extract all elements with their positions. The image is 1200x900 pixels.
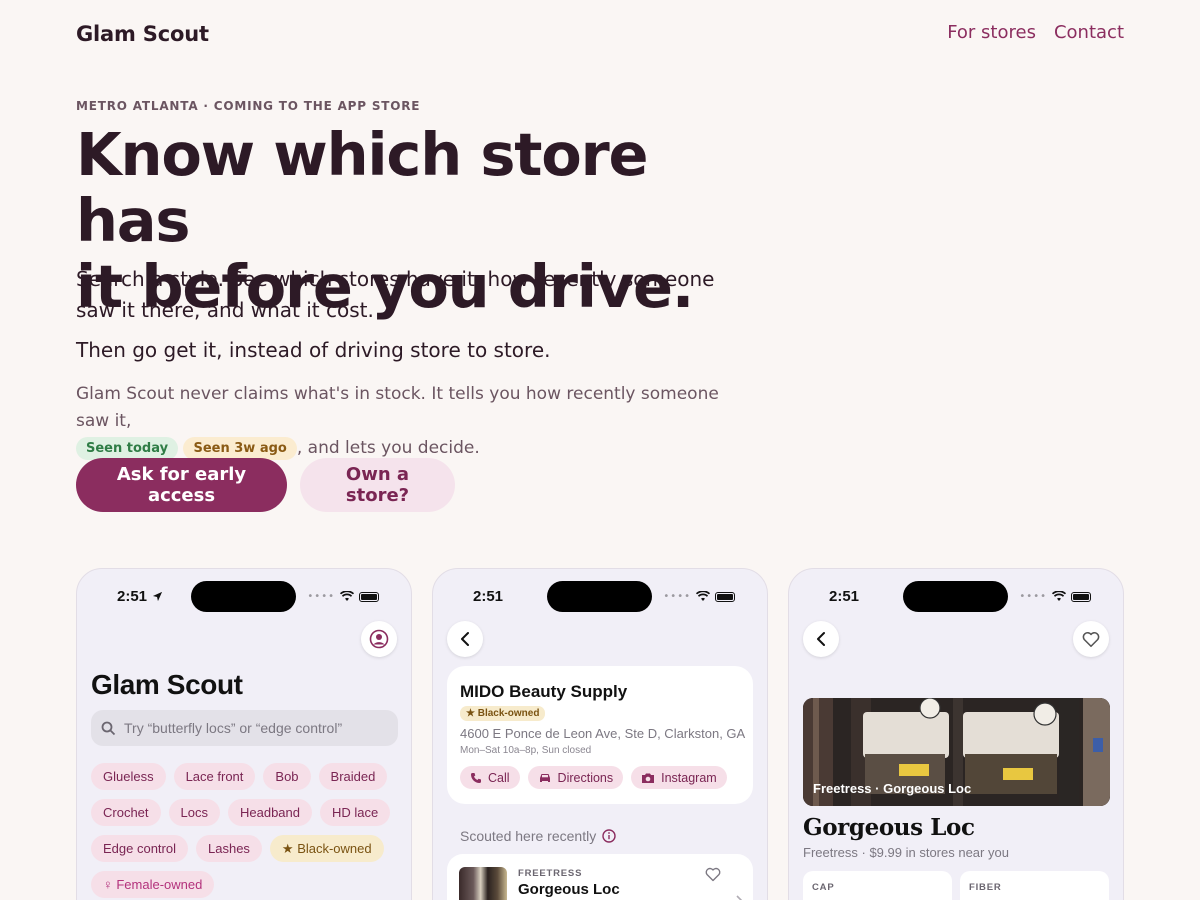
status-time: 2:51 bbox=[117, 588, 163, 605]
brand-logo[interactable]: Glam Scout bbox=[76, 22, 209, 46]
camera-icon bbox=[642, 773, 655, 783]
car-icon bbox=[539, 773, 550, 782]
product-image: Freetress · Gorgeous Loc bbox=[803, 698, 1110, 806]
chip-glueless[interactable]: Glueless bbox=[91, 763, 166, 790]
black-owned-badge: ★ Black-owned bbox=[460, 706, 546, 721]
chip-female-owned[interactable]: ♀ Female-owned bbox=[91, 871, 215, 898]
phone-store-screen: 2:51 •••• MIDO Beauty Supply ★ Black-own… bbox=[432, 568, 768, 900]
product-brand: FREETRESS bbox=[518, 868, 583, 879]
status-bar: 2:51 •••• bbox=[789, 581, 1123, 613]
status-icons: •••• bbox=[307, 591, 379, 602]
seen-today-badge: Seen today bbox=[76, 436, 179, 460]
chip-lace-front[interactable]: Lace front bbox=[173, 763, 256, 790]
favorite-button[interactable] bbox=[1073, 621, 1109, 657]
battery-icon bbox=[1071, 591, 1091, 602]
phone-icon bbox=[471, 772, 481, 783]
product-name: Gorgeous Loc bbox=[518, 881, 620, 898]
nav-link-for-stores[interactable]: For stores bbox=[947, 22, 1036, 43]
dynamic-island bbox=[547, 581, 652, 612]
phone-search-screen: 2:51 •••• Glam Scout Try “butterfly locs… bbox=[76, 568, 412, 900]
chevron-right-icon bbox=[736, 895, 743, 900]
directions-button[interactable]: Directions bbox=[527, 766, 624, 789]
product-thumbnail bbox=[459, 867, 507, 900]
chip-crochet[interactable]: Crochet bbox=[91, 799, 161, 826]
directions-label: Directions bbox=[557, 770, 614, 785]
hero-title-line1: Know which store has bbox=[76, 120, 649, 255]
location-arrow-icon bbox=[153, 591, 163, 602]
dynamic-island bbox=[191, 581, 296, 612]
signal-icon: •••• bbox=[663, 591, 691, 602]
spec-card-fiber: FIBER bbox=[960, 871, 1109, 900]
back-button[interactable] bbox=[447, 621, 483, 657]
battery-icon bbox=[359, 591, 379, 602]
chevron-left-icon bbox=[461, 632, 469, 646]
hero-note-end: , and lets you decide. bbox=[296, 438, 480, 458]
own-store-button[interactable]: Own a store? bbox=[300, 458, 455, 512]
hero-eyebrow: METRO ATLANTA · COMING TO THE APP STORE bbox=[76, 99, 421, 113]
chip-locs[interactable]: Locs bbox=[168, 799, 220, 826]
call-button[interactable]: Call bbox=[460, 766, 520, 789]
wifi-icon bbox=[696, 591, 710, 601]
status-icons: •••• bbox=[663, 591, 735, 602]
battery-icon bbox=[715, 591, 735, 602]
product-title: Gorgeous Loc bbox=[803, 814, 975, 841]
early-access-button[interactable]: Ask for early access bbox=[76, 458, 287, 512]
heart-icon[interactable] bbox=[705, 867, 721, 882]
status-time: 2:51 bbox=[829, 588, 860, 605]
chip-lashes[interactable]: Lashes bbox=[196, 835, 262, 862]
status-bar: 2:51 •••• bbox=[433, 581, 767, 613]
search-input[interactable]: Try “butterfly locs” or “edge control” bbox=[91, 710, 398, 746]
chip-headband[interactable]: Headband bbox=[228, 799, 312, 826]
profile-icon bbox=[369, 629, 389, 649]
profile-button[interactable] bbox=[361, 621, 397, 657]
cta-row: Ask for early access Own a store? bbox=[76, 458, 455, 512]
chip-bob[interactable]: Bob bbox=[263, 763, 311, 790]
chip-hd-lace[interactable]: HD lace bbox=[320, 799, 391, 826]
heart-icon bbox=[1082, 631, 1100, 647]
hero-subtitle: Search a style. See which stores have it… bbox=[76, 267, 715, 322]
instagram-button[interactable]: Instagram bbox=[631, 766, 727, 789]
search-placeholder: Try “butterfly locs” or “edge control” bbox=[124, 720, 343, 736]
back-button[interactable] bbox=[803, 621, 839, 657]
app-title: Glam Scout bbox=[91, 669, 243, 700]
hero-note: Glam Scout never claims what's in stock.… bbox=[76, 381, 756, 462]
wifi-icon bbox=[340, 591, 354, 601]
store-actions: Call Directions Instagram bbox=[460, 766, 727, 789]
info-icon[interactable] bbox=[602, 829, 616, 843]
top-nav: Glam Scout For stores Contact bbox=[76, 20, 1124, 50]
wifi-icon bbox=[1052, 591, 1066, 601]
scouted-label: Scouted here recently bbox=[460, 828, 597, 844]
search-icon bbox=[101, 721, 116, 735]
dynamic-island bbox=[903, 581, 1008, 612]
signal-icon: •••• bbox=[307, 591, 335, 602]
nav-link-contact[interactable]: Contact bbox=[1054, 22, 1124, 43]
product-row[interactable]: FREETRESS Gorgeous Loc bbox=[447, 854, 753, 900]
product-subtitle: Freetress · $9.99 in stores near you bbox=[803, 845, 1009, 860]
nav-links: For stores Contact bbox=[947, 22, 1124, 43]
call-label: Call bbox=[488, 770, 510, 785]
status-icons: •••• bbox=[1019, 591, 1091, 602]
seen-3w-badge: Seen 3w ago bbox=[183, 436, 297, 460]
image-caption: Freetress · Gorgeous Loc bbox=[813, 781, 972, 796]
phone-product-screen: 2:51 •••• Freetress · Gorgeous Loc Gorge… bbox=[788, 568, 1124, 900]
status-bar: 2:51 •••• bbox=[77, 581, 411, 613]
chevron-left-icon bbox=[817, 632, 825, 646]
hero-note-text: Glam Scout never claims what's in stock.… bbox=[76, 384, 719, 431]
hero-subtitle-2: Then go get it, instead of driving store… bbox=[76, 338, 551, 362]
store-hours: Mon–Sat 10a–8p, Sun closed bbox=[460, 745, 592, 756]
filter-chips: Glueless Lace front Bob Braided Crochet … bbox=[91, 763, 401, 898]
chip-black-owned[interactable]: ★ Black-owned bbox=[269, 835, 384, 862]
chip-braided[interactable]: Braided bbox=[318, 763, 388, 790]
store-name: MIDO Beauty Supply bbox=[460, 682, 628, 701]
signal-icon: •••• bbox=[1019, 591, 1047, 602]
instagram-label: Instagram bbox=[661, 770, 717, 785]
store-address: 4600 E Ponce de Leon Ave, Ste D, Clarkst… bbox=[460, 726, 746, 741]
spec-card-cap: CAP bbox=[803, 871, 952, 900]
spec-label-cap: CAP bbox=[812, 882, 835, 893]
store-card: MIDO Beauty Supply ★ Black-owned 4600 E … bbox=[447, 666, 753, 804]
status-time: 2:51 bbox=[473, 588, 504, 605]
spec-label-fiber: FIBER bbox=[969, 882, 1002, 893]
scouted-section-header: Scouted here recently bbox=[460, 828, 616, 844]
chip-edge-control[interactable]: Edge control bbox=[91, 835, 188, 862]
